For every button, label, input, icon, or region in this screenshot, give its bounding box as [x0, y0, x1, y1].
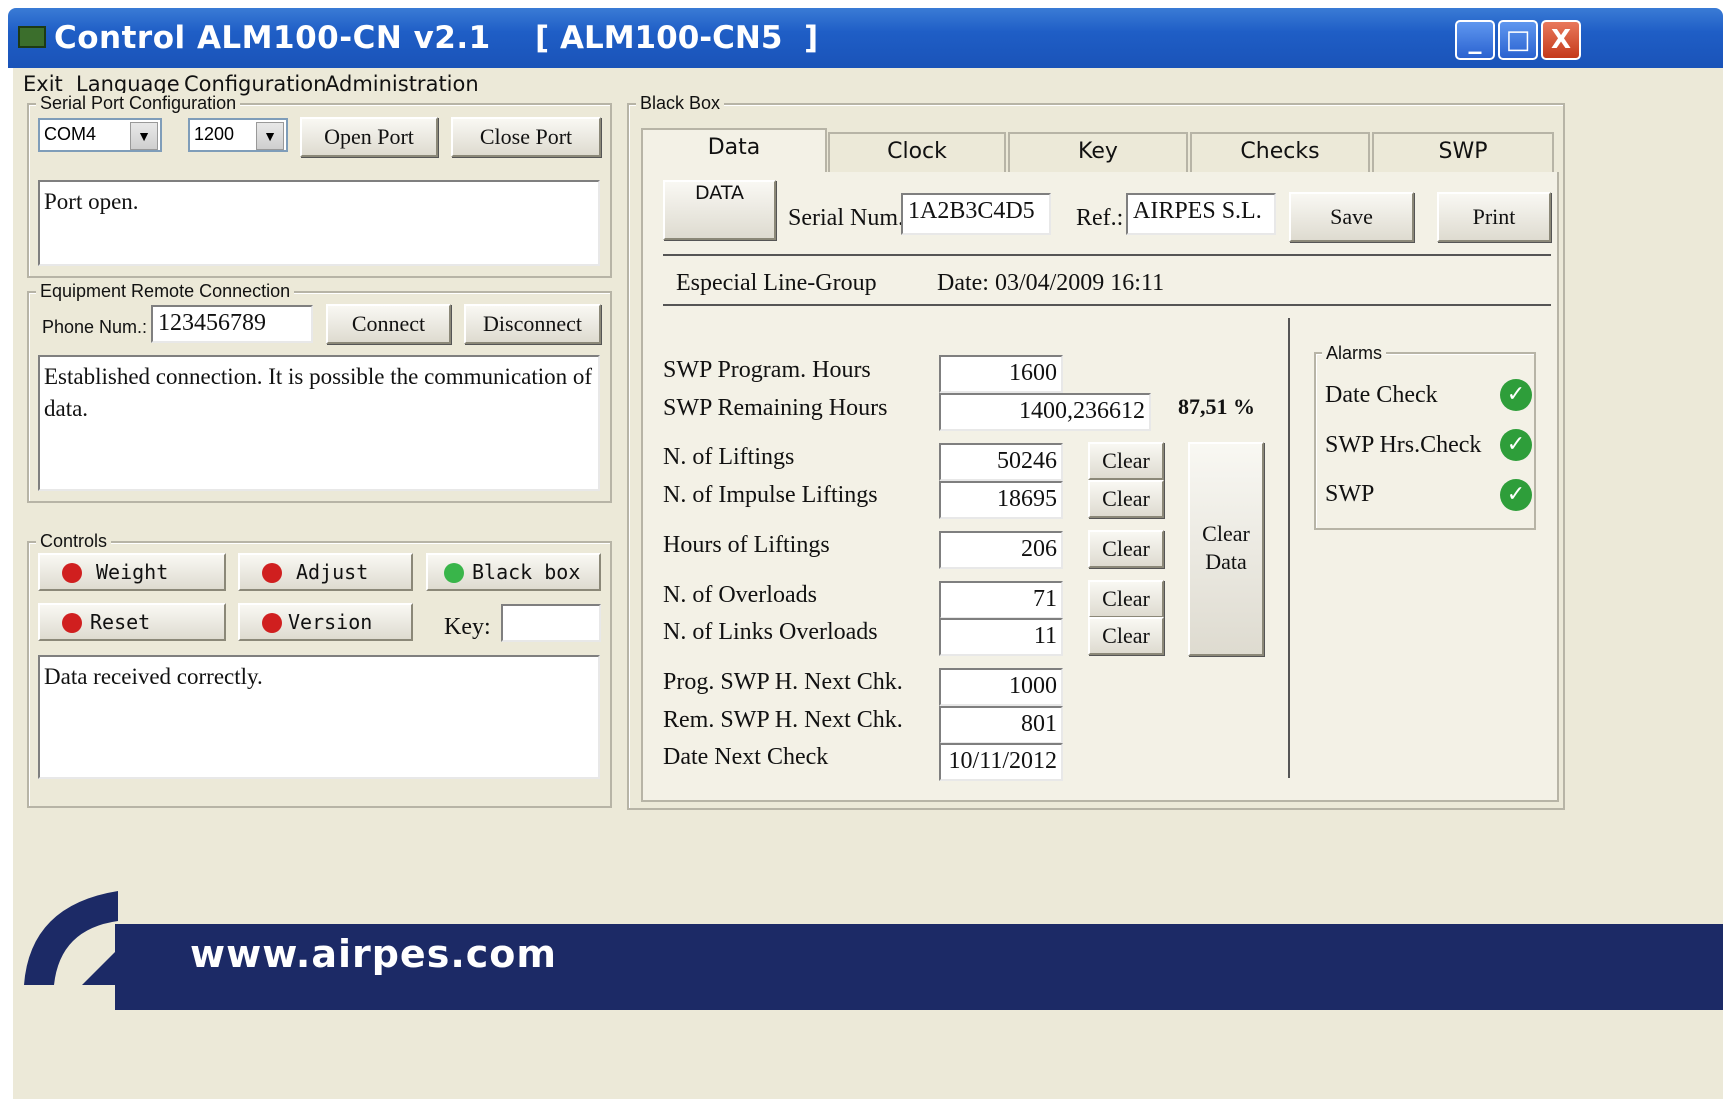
close-port-button[interactable]: Close Port	[451, 117, 601, 157]
swp-remaining-hours-label: SWP Remaining Hours	[663, 395, 888, 421]
date-label: Date: 03/04/2009 16:11	[937, 270, 1165, 296]
swp-program-hours-label: SWP Program. Hours	[663, 357, 871, 383]
data-button[interactable]: DATA	[663, 180, 776, 240]
controls-status-text: Data received correctly.	[38, 655, 600, 779]
controls-group-label: Controls	[36, 531, 112, 552]
alarm-swp-hrs-check-label: SWP Hrs.Check	[1325, 432, 1482, 458]
adjust-button[interactable]: Adjust	[238, 553, 413, 591]
black-box-label: Black box	[472, 560, 581, 584]
close-button[interactable]: X	[1541, 20, 1581, 60]
alarm-date-check-label: Date Check	[1325, 382, 1438, 408]
n-links-overloads-label: N. of Links Overloads	[663, 619, 878, 645]
clear-links-overloads-button[interactable]: Clear	[1088, 617, 1164, 655]
serial-num-input[interactable]: 1A2B3C4D5	[901, 193, 1051, 235]
reset-label: Reset	[90, 610, 151, 634]
red-led-icon	[262, 563, 282, 583]
divider	[663, 254, 1551, 256]
chevron-down-icon[interactable]: ▼	[130, 122, 158, 150]
open-port-button[interactable]: Open Port	[300, 117, 438, 157]
key-label: Key:	[444, 614, 491, 640]
chevron-down-icon[interactable]: ▼	[256, 122, 284, 150]
red-led-icon	[262, 613, 282, 633]
hours-liftings-label: Hours of Liftings	[663, 532, 830, 558]
green-led-icon	[444, 563, 464, 583]
app-icon	[18, 26, 46, 48]
disconnect-button[interactable]: Disconnect	[464, 304, 601, 344]
prog-swp-next-label: Prog. SWP H. Next Chk.	[663, 669, 903, 695]
date-next-check-value[interactable]: 10/11/2012	[939, 743, 1063, 781]
version-button[interactable]: Version	[238, 603, 413, 641]
weight-button[interactable]: Weight	[38, 553, 226, 591]
divider	[663, 304, 1551, 306]
print-button[interactable]: Print	[1437, 192, 1551, 242]
n-impulse-liftings-label: N. of Impulse Liftings	[663, 482, 878, 508]
key-input[interactable]	[501, 604, 601, 642]
menu-administration[interactable]: Administration	[325, 72, 479, 96]
swp-remaining-hours-value[interactable]: 1400,236612	[939, 393, 1151, 431]
date-next-check-label: Date Next Check	[663, 744, 829, 770]
port-value: COM4	[44, 124, 97, 144]
clear-data-button[interactable]: Clear Data	[1188, 442, 1264, 656]
alarms-group-label: Alarms	[1322, 343, 1387, 364]
swp-program-hours-value[interactable]: 1600	[939, 355, 1063, 393]
hours-liftings-value[interactable]: 206	[939, 531, 1063, 569]
baud-value: 1200	[194, 124, 235, 144]
weight-label: Weight	[96, 560, 169, 584]
clear-liftings-button[interactable]: Clear	[1088, 442, 1164, 480]
prog-swp-next-value[interactable]: 1000	[939, 668, 1063, 706]
swp-remaining-percent: 87,51 %	[1178, 394, 1255, 419]
n-liftings-label: N. of Liftings	[663, 444, 795, 470]
serial-num-label: Serial Num.:	[788, 205, 911, 231]
phone-input[interactable]: 123456789	[151, 305, 313, 343]
rem-swp-next-label: Rem. SWP H. Next Chk.	[663, 707, 903, 733]
port-select[interactable]: COM4 ▼	[38, 118, 162, 152]
clear-hours-liftings-button[interactable]: Clear	[1088, 530, 1164, 568]
n-links-overloads-value[interactable]: 11	[939, 618, 1063, 656]
serial-port-group-label: Serial Port Configuration	[36, 93, 241, 114]
tab-checks[interactable]: Checks	[1190, 132, 1370, 172]
n-overloads-value[interactable]: 71	[939, 581, 1063, 619]
check-icon: ✓	[1500, 379, 1532, 411]
tab-swp[interactable]: SWP	[1372, 132, 1554, 172]
adjust-label: Adjust	[296, 560, 369, 584]
rem-swp-next-value[interactable]: 801	[939, 706, 1063, 744]
vertical-divider	[1288, 318, 1290, 778]
save-button[interactable]: Save	[1289, 192, 1414, 242]
clear-overloads-button[interactable]: Clear	[1088, 580, 1164, 618]
tab-key[interactable]: Key	[1008, 132, 1188, 172]
clear-impulse-liftings-button[interactable]: Clear	[1088, 480, 1164, 518]
footer-url[interactable]: www.airpes.com	[190, 932, 557, 976]
maximize-button[interactable]: □	[1498, 20, 1538, 60]
check-icon: ✓	[1500, 429, 1532, 461]
black-box-button[interactable]: Black box	[426, 553, 601, 591]
reset-button[interactable]: Reset	[38, 603, 226, 641]
window-title: Control ALM100-CN v2.1	[54, 20, 491, 56]
line-group-label: Especial Line-Group	[676, 270, 877, 296]
n-overloads-label: N. of Overloads	[663, 582, 817, 608]
serial-status-text: Port open.	[38, 180, 600, 266]
red-led-icon	[62, 563, 82, 583]
check-icon: ✓	[1500, 479, 1532, 511]
tab-clock[interactable]: Clock	[828, 132, 1006, 172]
alarm-swp-label: SWP	[1325, 481, 1375, 507]
minimize-button[interactable]: _	[1455, 20, 1495, 60]
connect-button[interactable]: Connect	[326, 304, 451, 344]
device-title: [ ALM100-CN5 ]	[535, 20, 819, 56]
black-box-group-label: Black Box	[636, 93, 725, 114]
ref-input[interactable]: AIRPES S.L.	[1126, 193, 1276, 235]
phone-label: Phone Num.:	[42, 317, 148, 337]
ref-label: Ref.:	[1076, 205, 1124, 231]
remote-status-text: Established connection. It is possible t…	[38, 355, 600, 491]
remote-group-label: Equipment Remote Connection	[36, 281, 295, 302]
n-impulse-liftings-value[interactable]: 18695	[939, 481, 1063, 519]
baud-select[interactable]: 1200 ▼	[188, 118, 288, 152]
version-label: Version	[288, 610, 373, 634]
red-led-icon	[62, 613, 82, 633]
n-liftings-value[interactable]: 50246	[939, 443, 1063, 481]
airpes-logo	[24, 891, 118, 985]
tab-data[interactable]: Data	[641, 128, 827, 174]
